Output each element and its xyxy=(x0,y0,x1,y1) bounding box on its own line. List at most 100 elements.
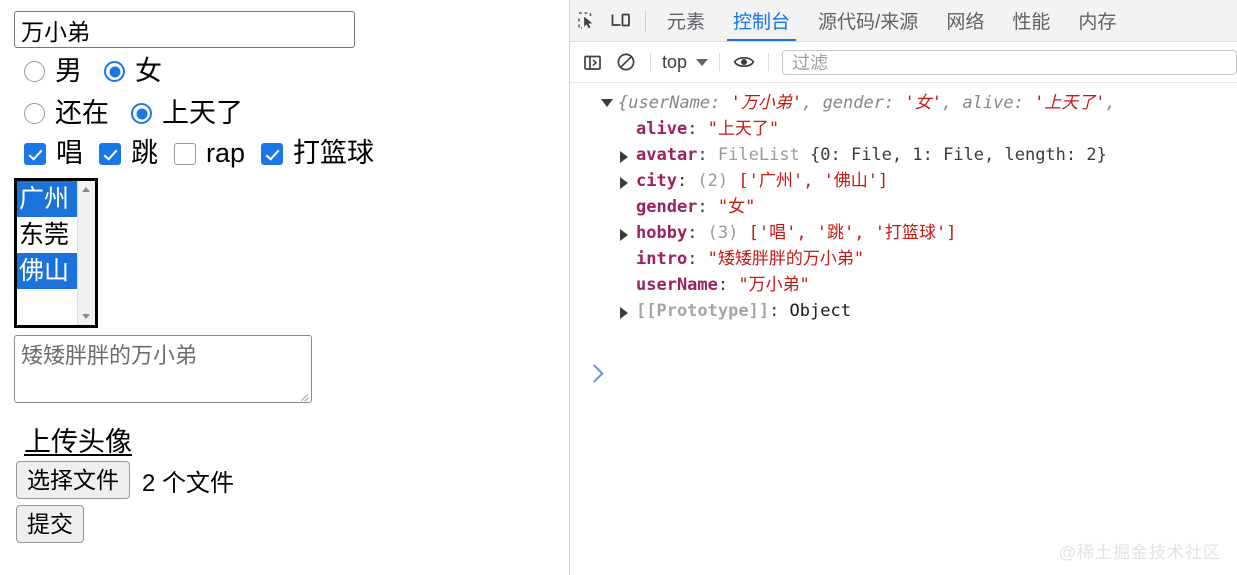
scroll-up-arrow-icon[interactable] xyxy=(78,181,95,198)
expand-triangle-icon[interactable] xyxy=(620,151,628,163)
prop-sep-username: : xyxy=(717,275,739,295)
city-multi-select[interactable]: 广州 东莞 佛山 xyxy=(14,178,98,328)
prop-sep-avatar: : xyxy=(697,145,718,165)
preview-key-alive: , alive: xyxy=(941,93,1035,113)
clear-console-icon[interactable] xyxy=(609,48,643,76)
prop-sep-hobby: : xyxy=(687,223,708,243)
username-input[interactable] xyxy=(14,11,355,48)
choose-file-button[interactable]: 选择文件 xyxy=(16,461,130,499)
console-prop-city[interactable]: city: (2) ['广州', '佛山'] xyxy=(570,168,1237,194)
execution-context-label: top xyxy=(662,51,688,72)
console-prop-prototype[interactable]: [[Prototype]]: Object xyxy=(570,298,1237,324)
tab-network[interactable]: 网络 xyxy=(932,0,998,41)
preview-value-username: '万小弟' xyxy=(730,93,803,113)
prop-key-username: userName xyxy=(636,275,718,295)
radio-gender-female[interactable] xyxy=(104,61,125,82)
toolbar-divider-3 xyxy=(768,53,770,71)
radio-alive-passed[interactable] xyxy=(131,103,152,124)
checkbox-hobby-rap-label: rap xyxy=(206,138,246,168)
preview-tail: , xyxy=(1105,93,1116,113)
tab-elements[interactable]: 元素 xyxy=(653,0,719,41)
console-prop-intro: intro: "矮矮胖胖的万小弟" xyxy=(570,246,1237,272)
preview-value-alive: '上天了' xyxy=(1034,93,1106,113)
gender-radio-group: 男 女 xyxy=(24,58,184,85)
toolbar-divider-2 xyxy=(719,53,721,71)
scroll-down-arrow-icon[interactable] xyxy=(78,308,95,325)
expand-triangle-icon[interactable] xyxy=(601,99,613,107)
console-prop-username: userName: "万小弟" xyxy=(570,272,1237,298)
prop-sep-city: : xyxy=(676,171,698,191)
screenshot-root: 男 女 还在 上天了 唱 跳 rap 打篮球 xyxy=(0,0,1237,575)
prop-value-avatar: {0: File, 1: File, length: 2} xyxy=(810,145,1107,165)
prop-sep-intro: : xyxy=(687,249,708,269)
radio-alive-still-label: 还在 xyxy=(55,98,109,128)
prop-sep-gender: : xyxy=(697,197,718,217)
tab-sources[interactable]: 源代码/来源 xyxy=(804,0,932,41)
radio-gender-male-label: 男 xyxy=(55,56,82,86)
alive-radio-group: 还在 上天了 xyxy=(24,100,265,127)
prop-class-avatar: FileList xyxy=(717,145,811,165)
device-toolbar-icon[interactable] xyxy=(604,0,638,41)
web-page-pane: 男 女 还在 上天了 唱 跳 rap 打篮球 xyxy=(0,0,570,575)
preview-key-gender: , gender: xyxy=(802,93,905,113)
chevron-down-icon xyxy=(696,58,709,66)
expand-triangle-icon[interactable] xyxy=(620,177,628,189)
checkbox-hobby-sing[interactable] xyxy=(24,142,46,165)
checkbox-hobby-rap[interactable] xyxy=(174,142,196,165)
console-prop-hobby[interactable]: hobby: (3) ['唱', '跳', '打篮球'] xyxy=(570,220,1237,246)
tab-console[interactable]: 控制台 xyxy=(719,0,804,41)
city-option-list: 广州 东莞 佛山 xyxy=(17,181,78,289)
tab-memory[interactable]: 内存 xyxy=(1064,0,1130,41)
prop-sep-alive: : xyxy=(687,119,708,139)
hobby-checkbox-group: 唱 跳 rap 打篮球 xyxy=(24,140,390,167)
intro-textarea[interactable]: 矮矮胖胖的万小弟 xyxy=(14,335,312,403)
devtools-tab-list: 元素 控制台 源代码/来源 网络 性能 内存 xyxy=(653,0,1130,41)
city-select-scrollbar[interactable] xyxy=(77,181,95,325)
radio-gender-female-label: 女 xyxy=(135,56,162,86)
prop-key-avatar: avatar xyxy=(636,145,698,165)
prop-value-username: "万小弟" xyxy=(738,275,810,295)
devtools-pane: 元素 控制台 源代码/来源 网络 性能 内存 top 过滤 {userName:… xyxy=(570,0,1237,575)
prop-value-prototype: Object xyxy=(789,301,851,321)
file-count-label: 2 个文件 xyxy=(142,469,235,497)
radio-alive-passed-label: 上天了 xyxy=(162,98,243,128)
checkbox-hobby-basketball[interactable] xyxy=(261,142,284,165)
checkbox-hobby-basketball-label: 打篮球 xyxy=(293,138,375,168)
preview-open-brace: { xyxy=(618,93,629,113)
console-prop-gender: gender: "女" xyxy=(570,194,1237,220)
inspect-element-icon[interactable] xyxy=(570,0,604,41)
prop-key-gender: gender xyxy=(636,197,698,217)
upload-avatar-title: 上传头像 xyxy=(24,427,132,457)
console-prop-avatar[interactable]: avatar: FileList {0: File, 1: File, leng… xyxy=(570,142,1237,168)
prop-value-intro: "矮矮胖胖的万小弟" xyxy=(707,249,865,269)
prop-key-hobby: hobby xyxy=(636,223,688,243)
file-input-row: 选择文件 2 个文件 xyxy=(16,461,234,499)
console-filter-input[interactable]: 过滤 xyxy=(782,49,1237,75)
console-toolbar: top 过滤 xyxy=(570,42,1237,83)
console-object-preview[interactable]: {userName: '万小弟', gender: '女', alive: '上… xyxy=(570,83,1237,116)
tab-performance[interactable]: 性能 xyxy=(998,0,1064,41)
console-sidebar-icon[interactable] xyxy=(575,48,609,76)
city-option-foshan[interactable]: 佛山 xyxy=(17,253,78,289)
prop-sep-prototype: : xyxy=(769,301,790,321)
radio-gender-male[interactable] xyxy=(24,61,45,82)
city-option-guangzhou[interactable]: 广州 xyxy=(17,181,78,217)
tabbar-divider xyxy=(645,9,646,32)
prop-key-intro: intro xyxy=(636,249,688,269)
devtools-tabbar: 元素 控制台 源代码/来源 网络 性能 内存 xyxy=(570,0,1237,42)
watermark: @稀土掘金技术社区 xyxy=(1058,543,1221,562)
submit-button[interactable]: 提交 xyxy=(16,505,84,543)
preview-key-username: userName: xyxy=(628,93,731,113)
execution-context-dropdown[interactable]: top xyxy=(658,52,712,73)
live-expression-icon[interactable] xyxy=(727,48,761,76)
city-option-dongguan[interactable]: 东莞 xyxy=(17,217,78,253)
expand-triangle-icon[interactable] xyxy=(620,229,628,241)
radio-alive-still[interactable] xyxy=(24,103,45,124)
checkbox-hobby-dance[interactable] xyxy=(99,142,121,165)
console-prop-alive: alive: "上天了" xyxy=(570,116,1237,142)
prop-value-alive: "上天了" xyxy=(707,119,780,139)
checkbox-hobby-sing-label: 唱 xyxy=(56,138,83,168)
preview-value-gender: '女' xyxy=(904,93,942,113)
prop-count-hobby: (3) xyxy=(707,223,749,243)
expand-triangle-icon[interactable] xyxy=(620,307,628,319)
